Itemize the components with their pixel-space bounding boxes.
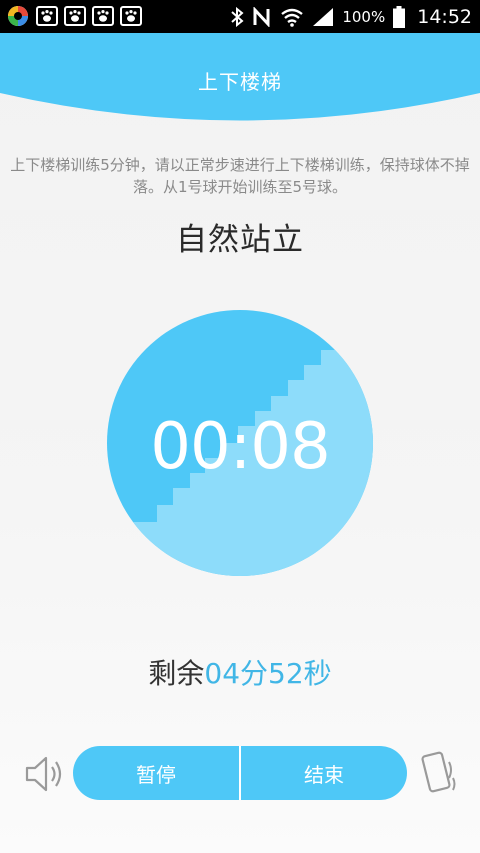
header: 上下楼梯 xyxy=(0,33,480,129)
notification-icons xyxy=(6,4,142,28)
signal-icon xyxy=(313,7,334,26)
pause-button[interactable]: 暂停 xyxy=(73,746,239,800)
remaining-label: 剩余 xyxy=(148,657,205,690)
system-icons: 100% 14:52 xyxy=(230,0,472,33)
phone-vibrate-icon[interactable] xyxy=(418,748,458,798)
remaining-value: 04分52秒 xyxy=(204,657,332,690)
baidu-icon xyxy=(92,6,114,26)
nfc-icon xyxy=(253,6,270,27)
bluetooth-icon xyxy=(231,6,244,27)
end-button[interactable]: 结束 xyxy=(241,746,407,800)
battery-icon xyxy=(393,5,406,28)
instructions-text: 上下楼梯训练5分钟，请以正常步速进行上下楼梯训练，保持球体不掉落。从1号球开始训… xyxy=(10,156,470,196)
battery-percent: 100% xyxy=(342,7,386,26)
control-buttons: 暂停 结束 xyxy=(73,746,407,800)
page-title: 上下楼梯 xyxy=(198,70,282,94)
wifi-icon xyxy=(281,8,304,27)
baidu-icon xyxy=(36,6,58,26)
timer-circle: 00:08 xyxy=(107,310,373,576)
speaker-icon[interactable] xyxy=(24,752,64,796)
clock: 14:52 xyxy=(417,5,472,28)
baidu-icon xyxy=(64,6,86,26)
timer-display: 00:08 xyxy=(150,410,330,484)
stage-title: 自然站立 xyxy=(176,222,304,258)
status-bar: 100% 14:52 xyxy=(0,0,480,33)
app-icon xyxy=(8,6,28,26)
baidu-icon xyxy=(120,6,142,26)
remaining-time: 剩余04分52秒 xyxy=(0,652,480,692)
